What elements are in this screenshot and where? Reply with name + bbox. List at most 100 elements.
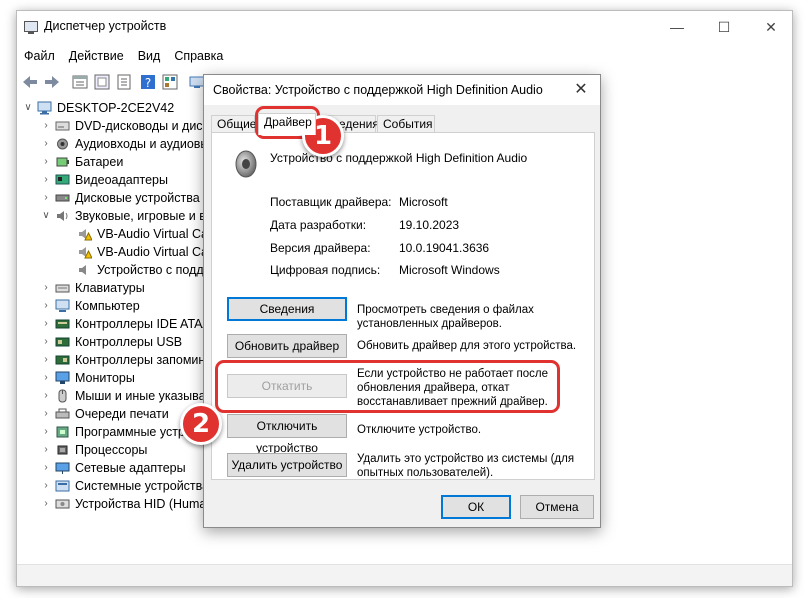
chevron-right-icon[interactable]: › [41,135,51,153]
chevron-right-icon[interactable]: › [41,297,51,315]
audio-io-icon [57,138,68,150]
ide-controller-icon [55,319,70,329]
warning-speaker-icon [79,247,92,259]
keyboard-icon [55,284,70,293]
tree-item-label: Сетевые адаптеры [75,461,186,475]
prop-value-date: 19.10.2023 [399,218,460,232]
device-manager-app-icon [24,21,38,34]
status-bar [17,564,792,586]
chevron-right-icon[interactable]: › [41,441,51,459]
driver-details-description: Просмотреть сведения о файлах установлен… [357,304,534,330]
chevron-right-icon[interactable]: › [41,423,51,441]
prop-value-provider: Microsoft [399,195,448,209]
tab-driver[interactable]: Драйвер [258,113,316,135]
svg-text:?: ? [145,76,151,90]
disk-drive-icon [55,194,70,202]
warning-speaker-icon [79,229,92,241]
maximize-button[interactable]: ☐ [701,11,747,43]
tree-item-label: Батареи [75,155,124,169]
step-2-badge: 2 [180,403,222,445]
chevron-right-icon[interactable]: › [41,117,51,135]
tree-item-label: DVD-дисководы и диск [75,119,209,133]
chevron-right-icon[interactable]: › [41,477,51,495]
disable-device-button[interactable]: Отключить устройство [227,414,347,455]
tree-item-label: Системные устройства [75,479,210,493]
title-bar: Диспетчер устройств — ☐ ✕ [17,11,792,43]
menu-view[interactable]: Вид [131,47,168,67]
chevron-right-icon[interactable]: › [41,459,51,477]
document-icon[interactable] [115,73,133,91]
show-hidden-icon[interactable] [93,73,111,91]
chevron-down-icon[interactable]: ∨ [23,99,33,117]
chevron-right-icon[interactable]: › [41,495,51,513]
chevron-right-icon[interactable]: › [41,171,51,189]
minimize-button[interactable]: — [654,11,700,43]
speaker-icon [79,265,86,275]
chevron-right-icon[interactable]: › [41,387,51,405]
cancel-button[interactable]: Отмена [520,495,594,519]
computer-icon [37,101,52,115]
chevron-right-icon[interactable]: › [41,405,51,423]
software-device-icon [56,426,69,438]
tree-item-label: Процессоры [75,443,148,457]
driver-tab-panel: Устройство с поддержкой High Definition … [211,132,595,480]
tree-item-label: Мониторы [75,371,135,385]
help-icon[interactable]: ? [139,73,157,91]
storage-controller-icon [55,355,70,365]
tree-item-label: VB-Audio Virtual Cal [97,227,211,241]
disable-device-description: Отключите устройство. [357,424,482,436]
prop-label-version: Версия драйвера: [270,241,371,255]
menu-bar: Файл Действие Вид Справка [17,47,230,67]
tree-item-label: Контроллеры IDE ATA/ [75,317,206,331]
toolbar: ? [21,71,211,95]
usb-icon [55,337,70,347]
uninstall-device-button[interactable]: Удалить устройство [227,453,347,477]
chevron-right-icon[interactable]: › [41,279,51,297]
printer-icon [55,408,70,419]
update-driver-button[interactable]: Обновить драйвер [227,334,347,358]
mouse-icon [58,389,67,403]
menu-help[interactable]: Справка [167,47,230,67]
tree-item-label: Мыши и иные указыва [75,389,206,403]
chevron-right-icon[interactable]: › [41,333,51,351]
tree-item-label: VB-Audio Virtual Cal [97,245,211,259]
menu-action[interactable]: Действие [62,47,131,67]
dialog-close-button[interactable]: ✕ [568,79,594,101]
chevron-right-icon[interactable]: › [41,351,51,369]
tree-item-label: Очереди печати [75,407,169,421]
dialog-title-bar: Свойства: Устройство с поддержкой High D… [204,75,600,105]
window-title: Диспетчер устройств [44,19,167,33]
back-arrow-icon[interactable] [21,73,39,91]
driver-details-button[interactable]: Сведения [227,297,347,321]
forward-arrow-icon[interactable] [43,73,61,91]
dvd-drive-icon [55,121,70,131]
tree-item-label: Дисковые устройства [75,191,200,205]
chevron-right-icon[interactable]: › [41,315,51,333]
dialog-title: Свойства: Устройство с поддержкой High D… [213,83,543,97]
sound-icon [57,211,68,221]
properties-dialog: Свойства: Устройство с поддержкой High D… [203,74,601,528]
tree-root-label: DESKTOP-2CE2V42 [57,101,175,115]
chevron-right-icon[interactable]: › [41,189,51,207]
chevron-right-icon[interactable]: › [41,153,51,171]
monitor-icon [55,371,70,384]
tree-item-label: Звуковые, игровые и в [75,209,206,223]
tree-item-label: Видеоадаптеры [75,173,168,187]
view-resources-icon[interactable] [161,73,179,91]
update-driver-description: Обновить драйвер для этого устройства. [357,340,577,352]
chevron-down-icon[interactable]: ∨ [41,207,51,225]
chevron-right-icon[interactable]: › [41,369,51,387]
tree-item-label: Компьютер [75,299,140,313]
ok-button[interactable]: ОК [441,495,511,519]
system-device-icon [55,480,70,492]
properties-icon[interactable] [71,73,89,91]
highlight-rollback [215,360,560,413]
tree-item-label: Устройство с подде [97,263,211,277]
close-button[interactable]: ✕ [748,11,794,43]
prop-label-provider: Поставщик драйвера: [270,195,392,209]
uninstall-device-description: Удалить это устройство из системы (для о… [357,453,575,479]
display-adapter-icon [55,174,70,185]
menu-file[interactable]: Файл [17,47,62,67]
processor-icon [57,445,68,455]
tree-item-label: Устройства HID (Huma [75,497,207,511]
